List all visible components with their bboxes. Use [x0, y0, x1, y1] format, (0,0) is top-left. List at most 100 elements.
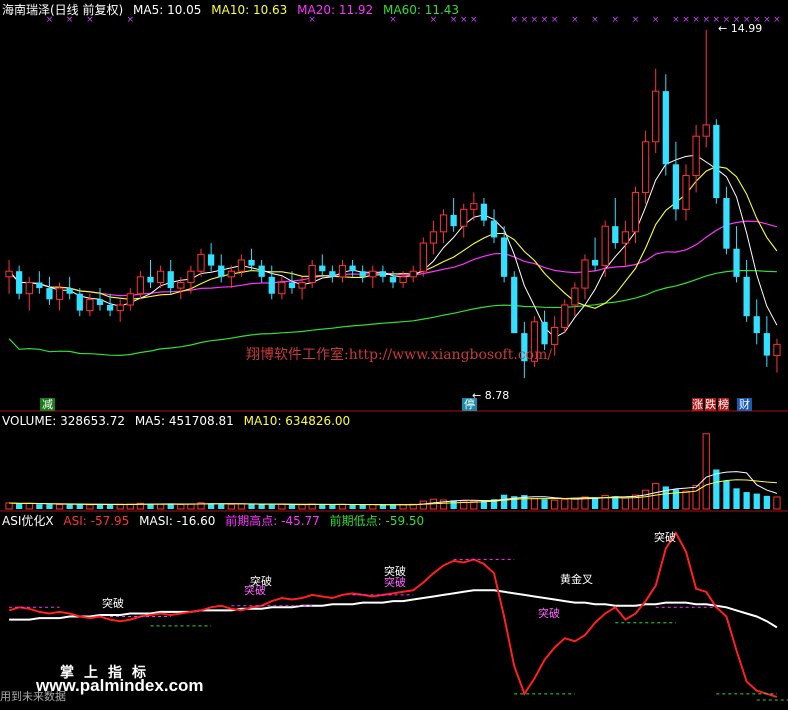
candle-body: [167, 271, 174, 289]
volume-bar: [723, 480, 730, 509]
candle: [723, 186, 730, 255]
candle-body: [561, 304, 569, 328]
candle: [429, 220, 438, 255]
volume-bar: [298, 503, 306, 510]
candle: [207, 243, 215, 272]
candle-body: [268, 276, 275, 294]
candle-body: [359, 271, 366, 277]
prev-high-value: 前期高点: -45.77: [225, 514, 320, 528]
signal-marker: ×: [551, 15, 559, 25]
signal-marker: ×: [612, 15, 620, 25]
candle: [713, 119, 720, 204]
candle: [480, 198, 488, 227]
candle-body: [218, 265, 225, 277]
volume-bar: [773, 496, 781, 510]
volume-bar: [86, 504, 94, 510]
candle: [16, 265, 23, 300]
volume-bar: [743, 492, 750, 509]
candle: [409, 265, 417, 283]
candle: [773, 338, 781, 373]
event-tag-jian[interactable]: 减: [40, 398, 55, 411]
volume-bar: [156, 503, 165, 510]
candle: [511, 271, 518, 334]
candle-body: [429, 231, 438, 244]
candle: [258, 259, 265, 283]
signal-marker: ×: [521, 15, 529, 25]
volume-bar: [419, 500, 427, 510]
candle-body: [601, 225, 609, 267]
candle-body: [662, 91, 669, 165]
candle-body: [581, 259, 589, 289]
candle-body: [641, 141, 650, 193]
candle: [662, 74, 669, 176]
candle: [338, 259, 347, 283]
price-high-value: 14.99: [730, 22, 763, 35]
candle: [227, 265, 235, 289]
candle-body: [591, 259, 599, 266]
candle: [147, 259, 154, 289]
candle: [652, 68, 660, 154]
event-tag-die[interactable]: 跌: [705, 398, 716, 411]
volume-header: VOLUME: 328653.72 MA5: 451708.81 MA10: 6…: [2, 414, 356, 428]
candle-body: [399, 276, 407, 283]
candle-body: [187, 270, 195, 283]
asi-value: ASI: -57.95: [63, 514, 130, 528]
volume-ma10-line: [9, 479, 777, 506]
volume-bar: [733, 488, 740, 509]
volume-value: VOLUME: 328653.72: [2, 414, 125, 428]
candle-body: [298, 281, 306, 289]
candle: [66, 276, 73, 300]
volume-bar: [621, 497, 630, 510]
event-tag-bang[interactable]: 榜: [718, 398, 729, 411]
volume-bar: [652, 483, 660, 510]
event-tag-zhang[interactable]: 涨: [692, 398, 703, 411]
candle-body: [450, 214, 457, 227]
volume-bar: [76, 504, 83, 509]
signal-marker: ×: [531, 15, 539, 25]
candle-body: [46, 288, 53, 300]
candle-body: [36, 282, 43, 289]
candle: [743, 259, 750, 322]
chart-window[interactable]: × × × × × × × × × × × × × × × × × × × × × × × × × × × × × × × 海南瑞泽(日线 …: [0, 0, 788, 706]
candle-body: [76, 293, 83, 311]
signal-marker: ×: [470, 15, 478, 25]
volume-bar: [16, 503, 23, 509]
candle: [237, 254, 246, 277]
signal-marker: ×: [682, 15, 690, 25]
signal-marker: ×: [773, 15, 781, 25]
candle-body: [753, 316, 760, 334]
event-tag-cai[interactable]: 财: [737, 398, 752, 411]
candle-body: [156, 270, 165, 283]
candle: [763, 316, 770, 367]
signal-marker: ×: [571, 15, 579, 25]
candle-body: [419, 242, 427, 272]
ma60-value: MA60: 11.43: [383, 3, 460, 17]
event-tag-ting[interactable]: 停: [462, 398, 477, 411]
volume-bar: [218, 504, 225, 509]
volume-bar: [237, 503, 246, 510]
candle-body: [723, 198, 730, 249]
candle-body: [682, 175, 690, 210]
asi-label-break-3: 突破: [244, 584, 266, 597]
volume-bar: [5, 502, 13, 510]
candle: [329, 265, 336, 283]
candle: [753, 299, 760, 345]
candle: [197, 248, 205, 277]
volume-bar: [177, 503, 185, 510]
candle: [672, 141, 680, 221]
candle: [551, 316, 559, 356]
candle-body: [197, 253, 205, 272]
volume-ma5-value: MA5: 451708.81: [134, 414, 234, 428]
volume-bar: [36, 504, 43, 509]
volume-bar: [338, 503, 347, 510]
volume-bar: [55, 503, 64, 510]
volume-bar: [501, 494, 508, 509]
candle: [359, 265, 366, 283]
candle-body: [278, 281, 286, 295]
volume-bar: [329, 504, 336, 509]
candle: [46, 276, 53, 305]
asi-label-break-5: 突破: [384, 576, 406, 589]
signal-marker: ×: [692, 15, 700, 25]
volume-bar: [713, 469, 720, 509]
logo-subtitle: 用到未来数据: [0, 690, 66, 703]
